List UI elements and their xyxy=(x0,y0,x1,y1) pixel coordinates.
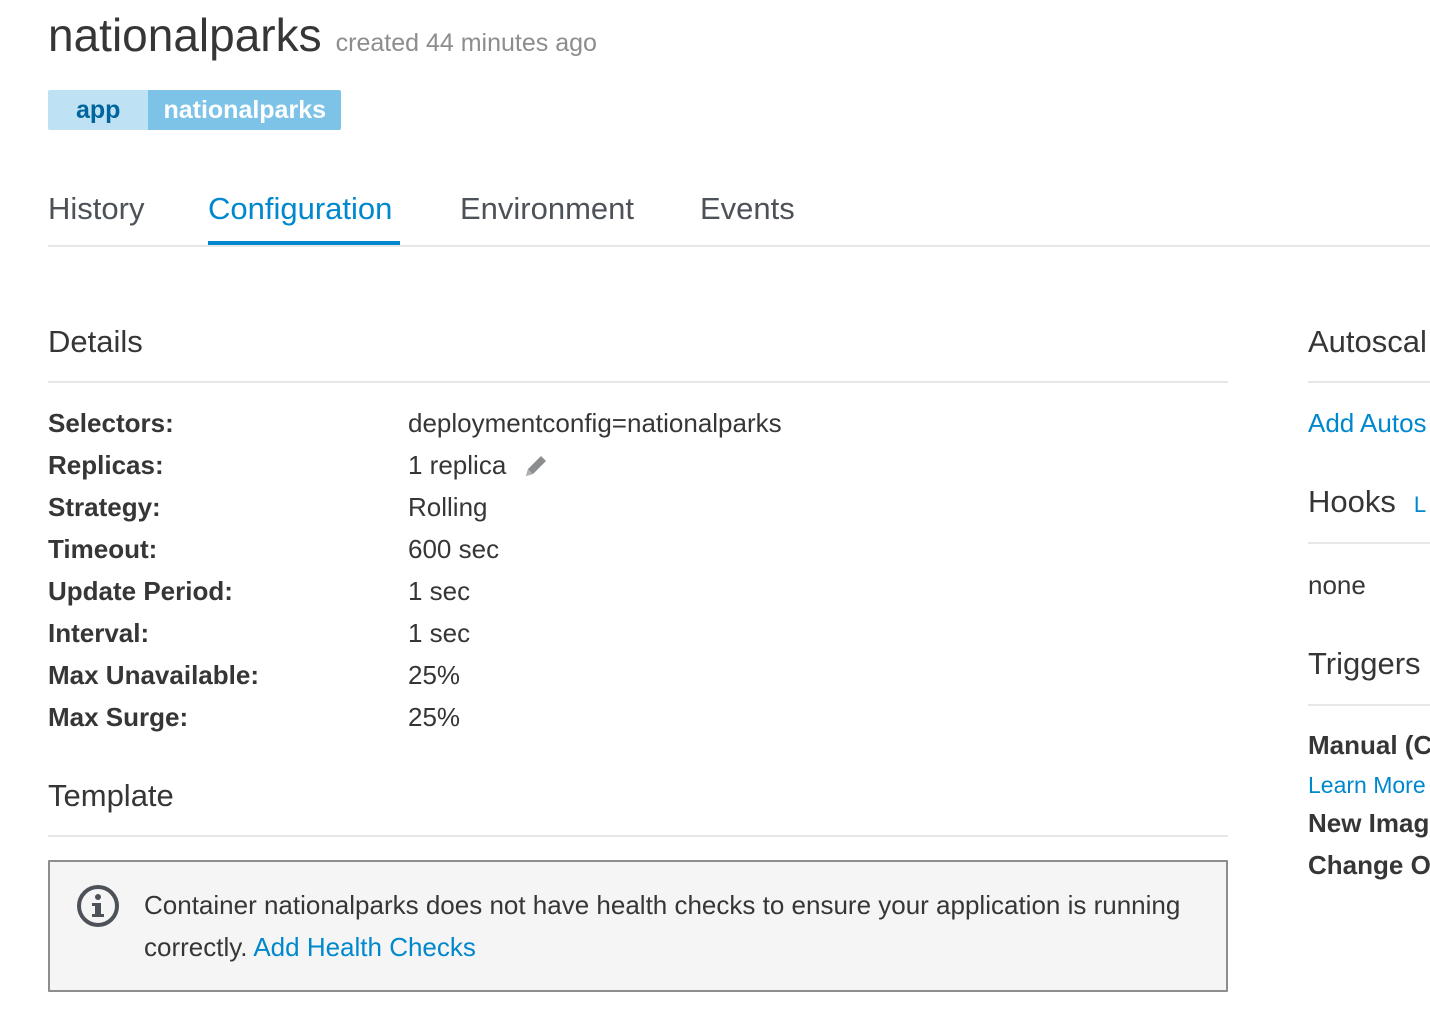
info-circle-icon xyxy=(76,884,120,928)
hooks-header: Hooks L xyxy=(1308,484,1426,520)
detail-term: Replicas: xyxy=(48,450,164,480)
hooks-heading: Hooks xyxy=(1308,484,1396,519)
active-tab-indicator xyxy=(208,241,400,245)
label-pill[interactable]: app nationalparks xyxy=(48,90,342,130)
tab-events[interactable]: Events xyxy=(700,190,795,228)
page-title: nationalparks xyxy=(48,9,322,61)
hooks-learn-more-link[interactable]: L xyxy=(1414,492,1426,518)
detail-term: Update Period: xyxy=(48,576,233,606)
detail-row-interval: Interval: 1 sec xyxy=(48,618,1228,660)
detail-row-selectors: Selectors: deploymentconfig=nationalpark… xyxy=(48,408,1228,450)
hooks-divider xyxy=(1308,542,1430,544)
trigger-config-change: Change O xyxy=(1308,850,1430,880)
tab-configuration[interactable]: Configuration xyxy=(208,190,392,228)
trigger-manual: Manual (C xyxy=(1308,730,1430,760)
detail-row-timeout: Timeout: 600 sec xyxy=(48,534,1228,576)
replicas-value: 1 replica xyxy=(408,450,507,480)
detail-value: 25% xyxy=(408,660,461,690)
tab-bar: History Configuration Environment Events xyxy=(48,180,1430,247)
detail-term: Timeout: xyxy=(48,534,158,564)
template-divider xyxy=(48,835,1228,837)
page-header: nationalparks created 44 minutes ago xyxy=(48,8,597,62)
tab-environment[interactable]: Environment xyxy=(460,190,634,228)
detail-term: Max Unavailable: xyxy=(48,660,259,690)
detail-value: 1 sec xyxy=(408,576,471,606)
detail-term: Strategy: xyxy=(48,492,161,522)
tab-history[interactable]: History xyxy=(48,190,144,228)
details-heading: Details xyxy=(48,324,143,359)
detail-row-strategy: Strategy: Rolling xyxy=(48,492,1228,534)
detail-row-max-surge: Max Surge: 25% xyxy=(48,702,1228,744)
detail-term: Max Surge: xyxy=(48,702,189,732)
details-divider xyxy=(48,381,1228,383)
created-timestamp: created 44 minutes ago xyxy=(335,29,597,57)
autoscaler-heading: Autoscal xyxy=(1308,324,1427,359)
trigger-new-image: New Imag xyxy=(1308,808,1430,838)
pencil-icon[interactable] xyxy=(522,452,550,480)
triggers-divider xyxy=(1308,704,1430,706)
detail-value: 25% xyxy=(408,702,461,732)
detail-value-replicas: 1 replica xyxy=(408,450,550,481)
detail-term: Selectors: xyxy=(48,408,174,438)
autoscaler-divider xyxy=(1308,381,1430,383)
detail-value: 1 sec xyxy=(408,618,471,648)
label-value[interactable]: nationalparks xyxy=(148,90,342,130)
detail-row-update-period: Update Period: 1 sec xyxy=(48,576,1228,618)
add-health-checks-link[interactable]: Add Health Checks xyxy=(253,932,476,962)
label-key[interactable]: app xyxy=(48,90,149,130)
alert-message: Container nationalparks does not have he… xyxy=(144,884,1204,968)
detail-row-replicas: Replicas: 1 replica xyxy=(48,450,1228,492)
template-heading: Template xyxy=(48,778,174,813)
add-autoscaler-link[interactable]: Add Autos xyxy=(1308,408,1427,439)
trigger-learn-more-link[interactable]: Learn More xyxy=(1308,772,1426,799)
hooks-value: none xyxy=(1308,570,1366,600)
triggers-heading: Triggers xyxy=(1308,646,1421,681)
detail-value: 600 sec xyxy=(408,534,500,564)
detail-value: deploymentconfig=nationalparks xyxy=(408,408,782,438)
detail-row-max-unavailable: Max Unavailable: 25% xyxy=(48,660,1228,702)
detail-term: Interval: xyxy=(48,618,150,648)
health-check-alert: Container nationalparks does not have he… xyxy=(48,860,1228,992)
detail-value: Rolling xyxy=(408,492,488,522)
